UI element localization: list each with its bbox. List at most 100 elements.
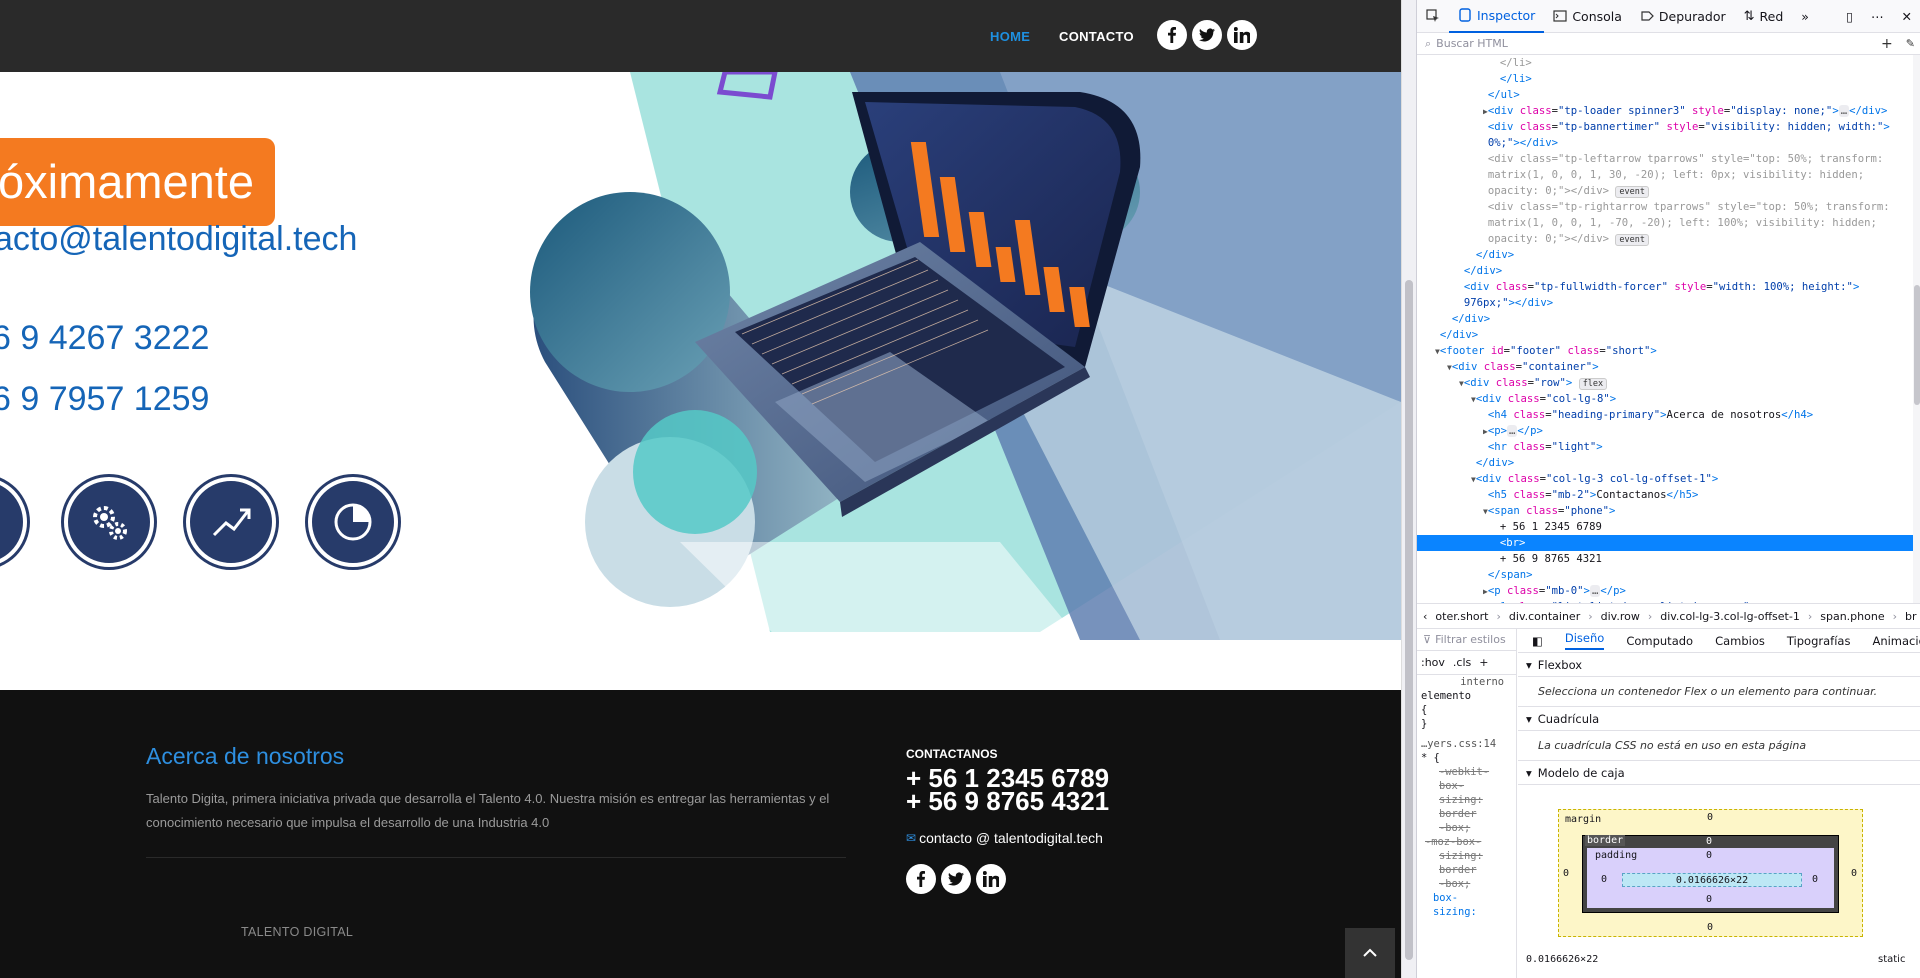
- tab-computed[interactable]: Computado: [1626, 634, 1693, 648]
- sidebar-toggle-icon[interactable]: ◧: [1532, 634, 1543, 648]
- rules-filter-input[interactable]: Filtrar estilos: [1435, 633, 1506, 646]
- rule-source[interactable]: …yers.css:14: [1417, 737, 1516, 751]
- padding-left-value[interactable]: 0: [1601, 874, 1607, 885]
- linkedin-icon[interactable]: [1227, 20, 1257, 50]
- markup-node[interactable]: <h5 class="mb-2">Contactanos</h5>: [1417, 487, 1913, 503]
- footer-facebook-icon[interactable]: [906, 864, 936, 894]
- close-icon: ✕: [1901, 8, 1912, 24]
- nav-home-link[interactable]: HOME: [990, 29, 1030, 44]
- close-devtools-button[interactable]: ✕: [1893, 0, 1920, 33]
- breadcrumb-item[interactable]: div.row: [1601, 610, 1640, 623]
- html-search-input[interactable]: Buscar HTML: [1436, 37, 1508, 50]
- footer-email[interactable]: ✉ contacto @ talentodigital.tech: [906, 830, 1103, 846]
- breadcrumb-item[interactable]: div.container: [1509, 610, 1580, 623]
- nav-contact-link[interactable]: CONTACTO: [1059, 29, 1134, 44]
- markup-node[interactable]: 0%;"></div>: [1417, 135, 1913, 151]
- tab-fonts[interactable]: Tipografías: [1787, 634, 1851, 648]
- markup-node[interactable]: matrix(1, 0, 0, 1, -70, -20); left: 100%…: [1417, 215, 1913, 231]
- grid-title: Cuadrícula: [1537, 711, 1600, 726]
- markup-node[interactable]: </li>: [1417, 71, 1913, 87]
- breadcrumb: ‹ oter.short › div.container › div.row › di…: [1417, 603, 1920, 629]
- breadcrumb-back-icon[interactable]: ‹: [1423, 610, 1427, 623]
- margin-right-value[interactable]: 0: [1851, 868, 1857, 879]
- markup-node[interactable]: ▼<div class="col-lg-8">: [1417, 391, 1913, 407]
- hero-email[interactable]: acto@talentodigital.tech: [0, 220, 357, 259]
- border-top-value[interactable]: 0: [1706, 836, 1712, 847]
- more-tabs-button[interactable]: »: [1792, 0, 1818, 33]
- dock-button[interactable]: ▯: [1837, 0, 1862, 33]
- eyedropper-icon[interactable]: ✎: [1906, 37, 1915, 50]
- html-search[interactable]: ⌕ Buscar HTML + ✎: [1417, 33, 1920, 55]
- markup-tree[interactable]: </li> </li> </ul> ▶<div class="tp-loader …: [1417, 55, 1913, 603]
- breadcrumb-item[interactable]: br: [1905, 610, 1917, 623]
- flexbox-section-header[interactable]: ▾ Flexbox: [1518, 653, 1920, 677]
- markup-node[interactable]: ▶<p>… </p>: [1417, 423, 1913, 439]
- add-node-icon[interactable]: +: [1881, 36, 1893, 52]
- markup-node[interactable]: 976px;"></div>: [1417, 295, 1913, 311]
- markup-node[interactable]: + 56 9 8765 4321: [1417, 551, 1913, 567]
- markup-node[interactable]: ▼<footer id="footer" class="short">: [1417, 343, 1913, 359]
- element-picker-button[interactable]: [1417, 0, 1449, 33]
- markup-node[interactable]: <div class="tp-fullwidth-forcer" style="…: [1417, 279, 1913, 295]
- markup-node[interactable]: </div>: [1417, 263, 1913, 279]
- grid-section-header[interactable]: ▾ Cuadrícula: [1518, 707, 1920, 731]
- markup-scrollbar[interactable]: [1913, 55, 1920, 603]
- markup-node[interactable]: ▶<p class="mb-0">… </p>: [1417, 583, 1913, 599]
- margin-left-value[interactable]: 0: [1563, 868, 1569, 879]
- add-rule-icon[interactable]: +: [1479, 656, 1488, 669]
- tab-network[interactable]: ⇅ Red: [1735, 0, 1793, 33]
- footer-email-text[interactable]: contacto @ talentodigital.tech: [919, 830, 1103, 846]
- breadcrumb-item[interactable]: oter.short: [1435, 610, 1488, 623]
- markup-node[interactable]: <hr class="light">: [1417, 439, 1913, 455]
- content-size[interactable]: 0.0166626×22: [1622, 873, 1802, 887]
- markup-node[interactable]: </span>: [1417, 567, 1913, 583]
- tab-layout[interactable]: Diseño: [1564, 631, 1605, 650]
- markup-node[interactable]: <div class="tp-bannertimer" style="visib…: [1417, 119, 1913, 135]
- markup-node[interactable]: ▼<div class="row"> flex: [1417, 375, 1913, 391]
- options-button[interactable]: ⋯: [1862, 0, 1893, 33]
- rules-filter[interactable]: ⊽ Filtrar estilos: [1417, 629, 1516, 651]
- margin-bottom-value[interactable]: 0: [1707, 922, 1713, 933]
- markup-node[interactable]: ▼<div class="col-lg-3 col-lg-offset-1">: [1417, 471, 1913, 487]
- markup-node[interactable]: opacity: 0;"></div> event: [1417, 231, 1913, 247]
- tab-debugger[interactable]: Depurador: [1631, 0, 1735, 33]
- padding-bottom-value[interactable]: 0: [1706, 894, 1712, 905]
- tab-console[interactable]: Consola: [1544, 0, 1631, 33]
- twitter-icon[interactable]: [1192, 20, 1222, 50]
- cls-toggle[interactable]: .cls: [1453, 656, 1471, 669]
- markup-node[interactable]: ▼<div class="container">: [1417, 359, 1913, 375]
- markup-node[interactable]: </div>: [1417, 311, 1913, 327]
- breadcrumb-item[interactable]: span.phone: [1820, 610, 1884, 623]
- tab-animations[interactable]: Animacion: [1872, 634, 1920, 648]
- footer-twitter-icon[interactable]: [941, 864, 971, 894]
- trend-chart-icon: [186, 477, 276, 567]
- markup-node[interactable]: </div>: [1417, 455, 1913, 471]
- margin-top-value[interactable]: 0: [1707, 812, 1713, 823]
- markup-node[interactable]: </ul>: [1417, 87, 1913, 103]
- tab-changes[interactable]: Cambios: [1715, 634, 1765, 648]
- footer-linkedin-icon[interactable]: [976, 864, 1006, 894]
- boxmodel-section-header[interactable]: ▾ Modelo de caja: [1518, 761, 1920, 785]
- facebook-icon[interactable]: [1157, 20, 1187, 50]
- breadcrumb-item[interactable]: div.col-lg-3.col-lg-offset-1: [1660, 610, 1800, 623]
- markup-node[interactable]: ▼<span class="phone">: [1417, 503, 1913, 519]
- padding-top-value[interactable]: 0: [1706, 850, 1712, 861]
- markup-node[interactable]: ▶<div class="tp-loader spinner3" style="…: [1417, 103, 1913, 119]
- page-scrollbar[interactable]: [1401, 0, 1416, 978]
- markup-node[interactable]: <br>: [1417, 535, 1913, 551]
- markup-node[interactable]: <div class="tp-rightarrow tparrows" styl…: [1417, 199, 1913, 215]
- back-to-top-button[interactable]: [1345, 928, 1395, 978]
- markup-node[interactable]: </div>: [1417, 247, 1913, 263]
- hov-toggle[interactable]: :hov: [1421, 656, 1445, 669]
- markup-node[interactable]: <h4 class="heading-primary">Acerca de no…: [1417, 407, 1913, 423]
- markup-node[interactable]: <div class="tp-leftarrow tparrows" style…: [1417, 151, 1913, 167]
- padding-right-value[interactable]: 0: [1812, 874, 1818, 885]
- markup-node[interactable]: opacity: 0;"></div> event: [1417, 183, 1913, 199]
- markup-node[interactable]: matrix(1, 0, 0, 1, 30, -20); left: 0px; …: [1417, 167, 1913, 183]
- markup-node[interactable]: + 56 1 2345 6789: [1417, 519, 1913, 535]
- rule-value: -box;: [1439, 822, 1471, 834]
- markup-node[interactable]: </div>: [1417, 327, 1913, 343]
- markup-node[interactable]: </li>: [1417, 55, 1913, 71]
- tab-inspector[interactable]: Inspector: [1449, 0, 1545, 33]
- inspector-icon: [1459, 8, 1471, 22]
